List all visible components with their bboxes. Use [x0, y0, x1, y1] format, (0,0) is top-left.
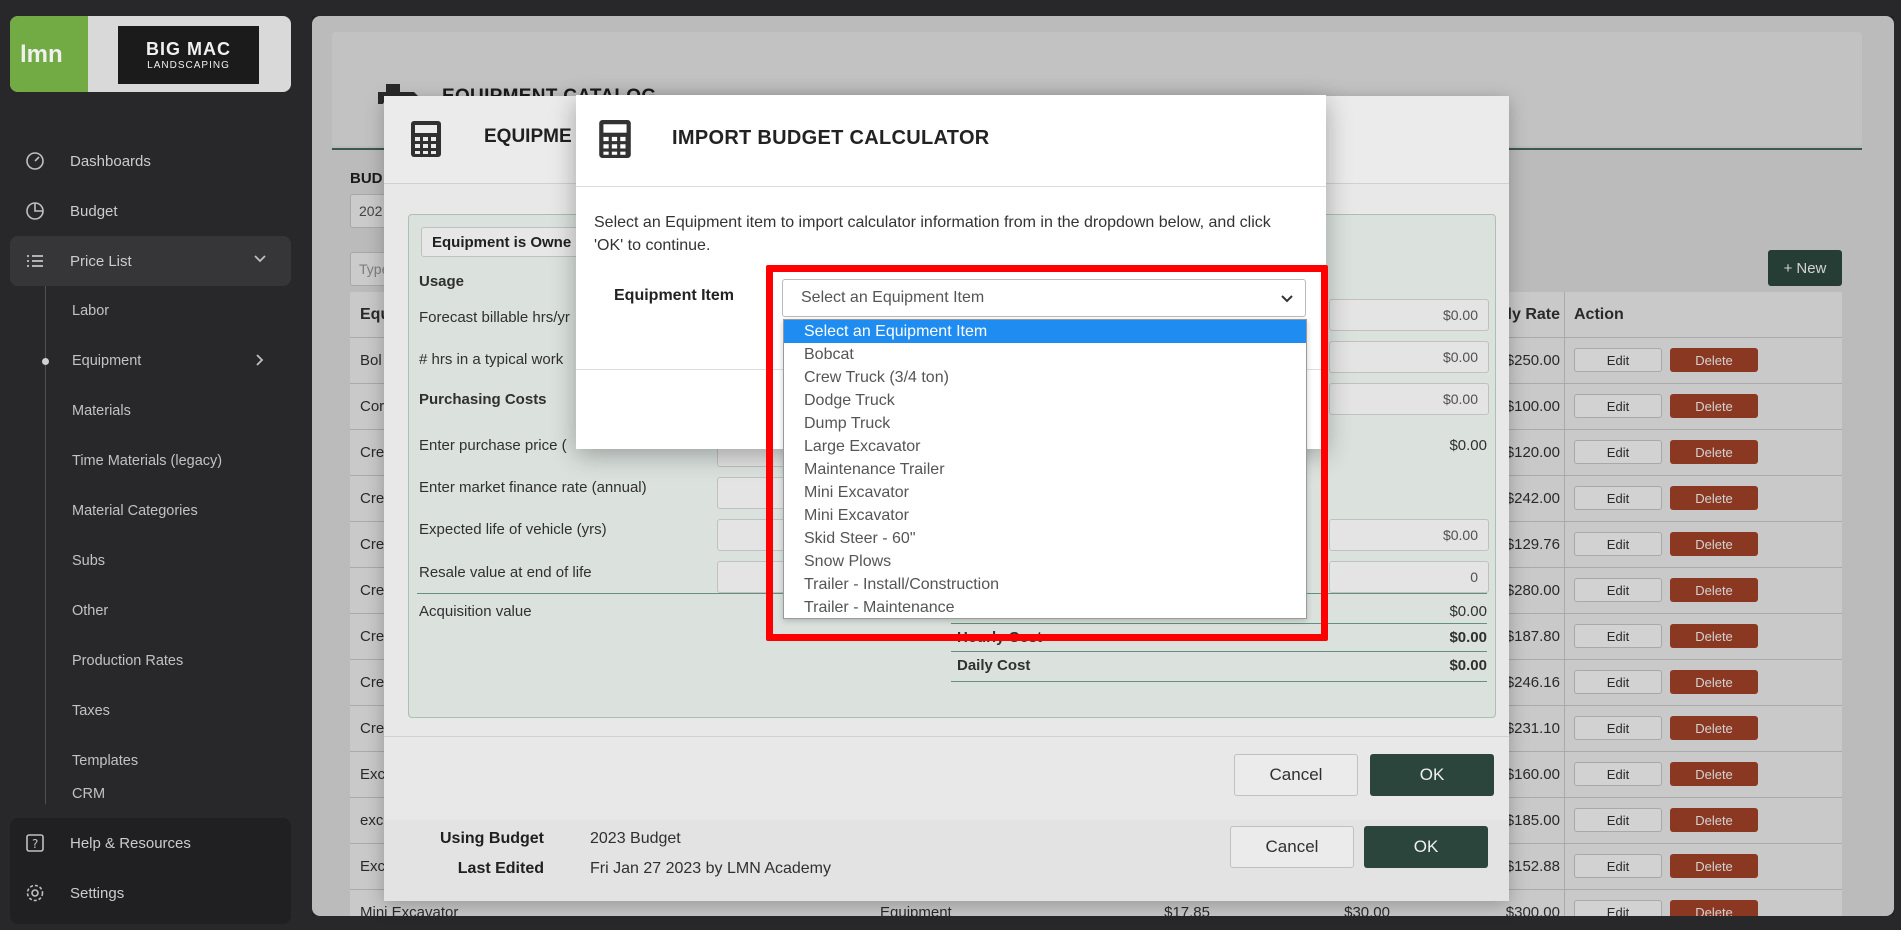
import-instructions: Select an Equipment item to import calcu…	[594, 214, 1271, 254]
import-dialog-header: IMPORT BUDGET CALCULATOR	[576, 95, 1326, 187]
calculator-icon	[598, 119, 632, 164]
red-highlight-box	[766, 265, 1328, 641]
equipment-item-label: Equipment Item	[614, 287, 735, 304]
import-dialog-title: IMPORT BUDGET CALCULATOR	[672, 127, 990, 149]
